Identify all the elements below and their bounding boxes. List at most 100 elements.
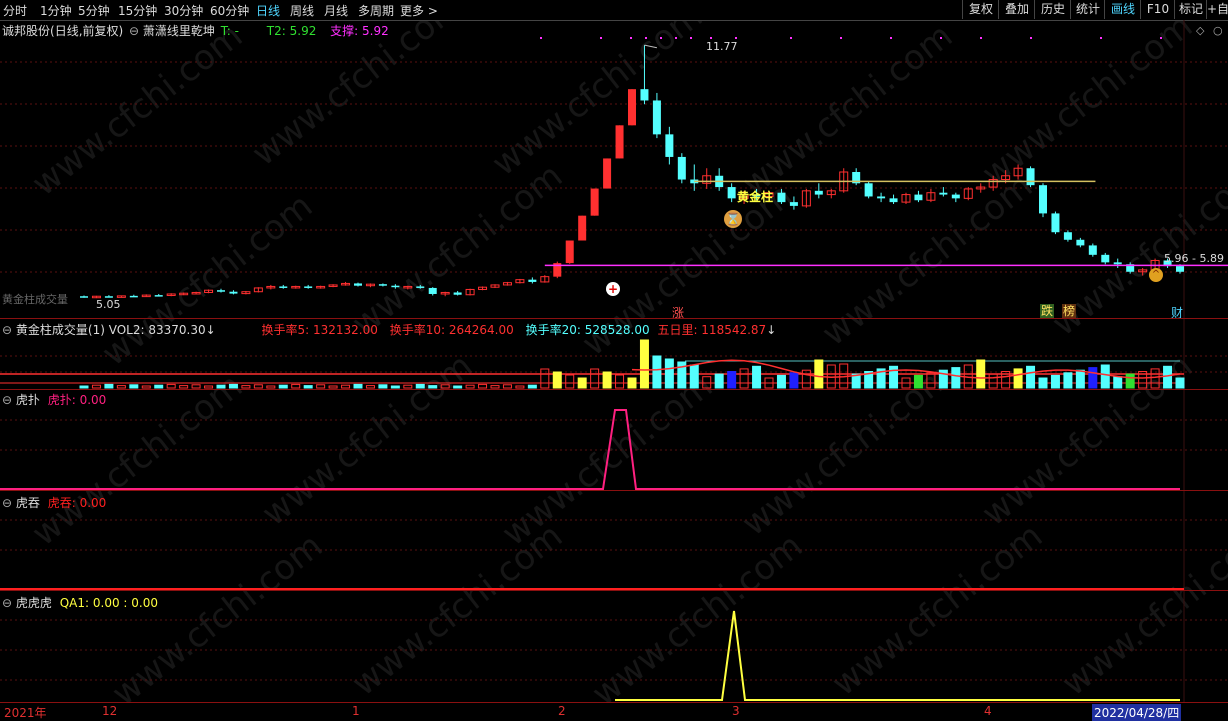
candle-body bbox=[1026, 168, 1035, 186]
volume-bar bbox=[316, 384, 326, 389]
volume-bar bbox=[253, 384, 263, 389]
dot-marker bbox=[660, 37, 662, 39]
panel-separator bbox=[0, 318, 1228, 319]
volume-bar bbox=[328, 385, 338, 389]
volume-bar bbox=[104, 383, 114, 389]
volume-bar bbox=[154, 384, 164, 389]
huhu-line bbox=[615, 610, 1180, 701]
candle-body bbox=[453, 292, 462, 295]
candle-body bbox=[677, 156, 686, 180]
dot-marker bbox=[710, 37, 712, 39]
candle-body bbox=[665, 134, 674, 157]
volume-bar bbox=[1175, 377, 1185, 389]
candle-body bbox=[304, 286, 313, 288]
huhu-toggle-icon[interactable]: ⊖ bbox=[2, 596, 12, 610]
dot-marker bbox=[940, 37, 942, 39]
volume-toggle-icon[interactable]: ⊖ bbox=[2, 323, 12, 337]
candle-body bbox=[217, 290, 225, 292]
candle-body bbox=[1088, 245, 1097, 255]
ghost-label: 黄金柱成交量 bbox=[2, 293, 68, 306]
volume-bar bbox=[926, 372, 936, 389]
dot-marker bbox=[1160, 37, 1162, 39]
dot-marker bbox=[735, 37, 737, 39]
candle-body bbox=[615, 125, 624, 159]
range-label: 5.96 - 5.89 bbox=[1164, 252, 1224, 265]
volume-bar bbox=[502, 384, 512, 389]
candle-body bbox=[777, 192, 786, 203]
volume-bar bbox=[353, 383, 363, 389]
volume-bar bbox=[689, 364, 699, 389]
chart-canvas bbox=[0, 20, 1228, 702]
date-label: 2021年 bbox=[4, 706, 47, 720]
plus-marker-icon[interactable]: + bbox=[606, 282, 620, 296]
volume-bar bbox=[639, 339, 649, 389]
volume-bar bbox=[776, 374, 786, 389]
date-axis: 2021年 12 1 2 3 4 2022/04/28/四 bbox=[0, 702, 1228, 721]
candle-body bbox=[391, 285, 400, 288]
volume-bar bbox=[577, 377, 587, 389]
candle-body bbox=[1076, 239, 1085, 246]
date-label: 2 bbox=[558, 704, 566, 718]
volume-bar bbox=[913, 374, 923, 389]
candle-body bbox=[1051, 213, 1060, 233]
hupu-toggle-icon[interactable]: ⊖ bbox=[2, 393, 12, 407]
volume-bar bbox=[478, 383, 488, 389]
volume-bar bbox=[752, 365, 762, 389]
candle-body bbox=[951, 194, 960, 199]
candle-body bbox=[1101, 254, 1110, 263]
candle-body bbox=[565, 240, 574, 264]
candle-body bbox=[129, 295, 138, 298]
dot-marker bbox=[1100, 37, 1102, 39]
candle-body bbox=[354, 283, 362, 286]
low-price-label: 5.05 bbox=[96, 298, 121, 311]
dot-marker bbox=[1030, 37, 1032, 39]
dot-marker bbox=[690, 37, 692, 39]
candle-body bbox=[889, 198, 898, 203]
up-arrow-marker-icon[interactable]: ^ bbox=[1149, 268, 1163, 282]
hutun-toggle-icon[interactable]: ⊖ bbox=[2, 496, 12, 510]
candle-body bbox=[1176, 266, 1184, 272]
volume-bar bbox=[216, 384, 226, 389]
volume-indicator-name[interactable]: 黄金柱成交量(1) bbox=[16, 323, 105, 337]
volume-bar bbox=[627, 377, 637, 389]
volume-bar bbox=[378, 384, 388, 389]
volume-bar bbox=[179, 385, 189, 389]
volume-bar bbox=[540, 368, 550, 389]
dot-marker bbox=[840, 37, 842, 39]
hupu-name[interactable]: 虎扑 bbox=[16, 393, 40, 407]
volume-bar bbox=[1113, 376, 1123, 389]
volume-bar bbox=[714, 373, 724, 389]
volume-bar bbox=[889, 365, 899, 389]
candle-body bbox=[864, 183, 873, 197]
volume-bar bbox=[565, 374, 575, 389]
volume-bar bbox=[228, 383, 238, 389]
volume-bar bbox=[390, 385, 400, 389]
candle-body bbox=[789, 202, 798, 206]
huhu-name[interactable]: 虎虎虎 bbox=[16, 596, 52, 610]
hutun-panel-title: ⊖ 虎吞 虎吞: 0.00 bbox=[2, 494, 106, 511]
volume-bar bbox=[1038, 377, 1048, 389]
volume-bar bbox=[278, 384, 288, 389]
volume-bar bbox=[552, 371, 562, 389]
down-arrow-icon: ↓ bbox=[766, 323, 777, 337]
overlay-lines bbox=[540, 37, 1228, 267]
candle-body bbox=[229, 291, 238, 294]
huhu-panel-title: ⊖ 虎虎虎 QA1: 0.00 : 0.00 bbox=[2, 594, 158, 611]
volume-bar bbox=[1063, 372, 1073, 389]
hourglass-icon[interactable]: ⌛ bbox=[724, 210, 742, 228]
volume-bar bbox=[116, 385, 126, 389]
volume-bar bbox=[191, 384, 201, 389]
candle-body bbox=[1039, 185, 1047, 214]
volume-panel-title: ⊖ 黄金柱成交量(1) VOL2: 83370.30↓ 换手率5: 132132… bbox=[2, 321, 776, 338]
huhu-value: QA1: 0.00 : 0.00 bbox=[59, 596, 158, 610]
hutun-value: 虎吞: 0.00 bbox=[47, 496, 107, 510]
volume-bar bbox=[1088, 367, 1098, 389]
volume-bar bbox=[1125, 373, 1135, 389]
volume-bar bbox=[303, 385, 313, 389]
volume-bar bbox=[341, 384, 351, 389]
candle-body bbox=[640, 89, 649, 101]
candle-body bbox=[628, 89, 636, 126]
vol2-value: VOL2: 83370.30 bbox=[108, 323, 206, 337]
volume-bar bbox=[652, 355, 662, 389]
hutun-name[interactable]: 虎吞 bbox=[16, 496, 40, 510]
